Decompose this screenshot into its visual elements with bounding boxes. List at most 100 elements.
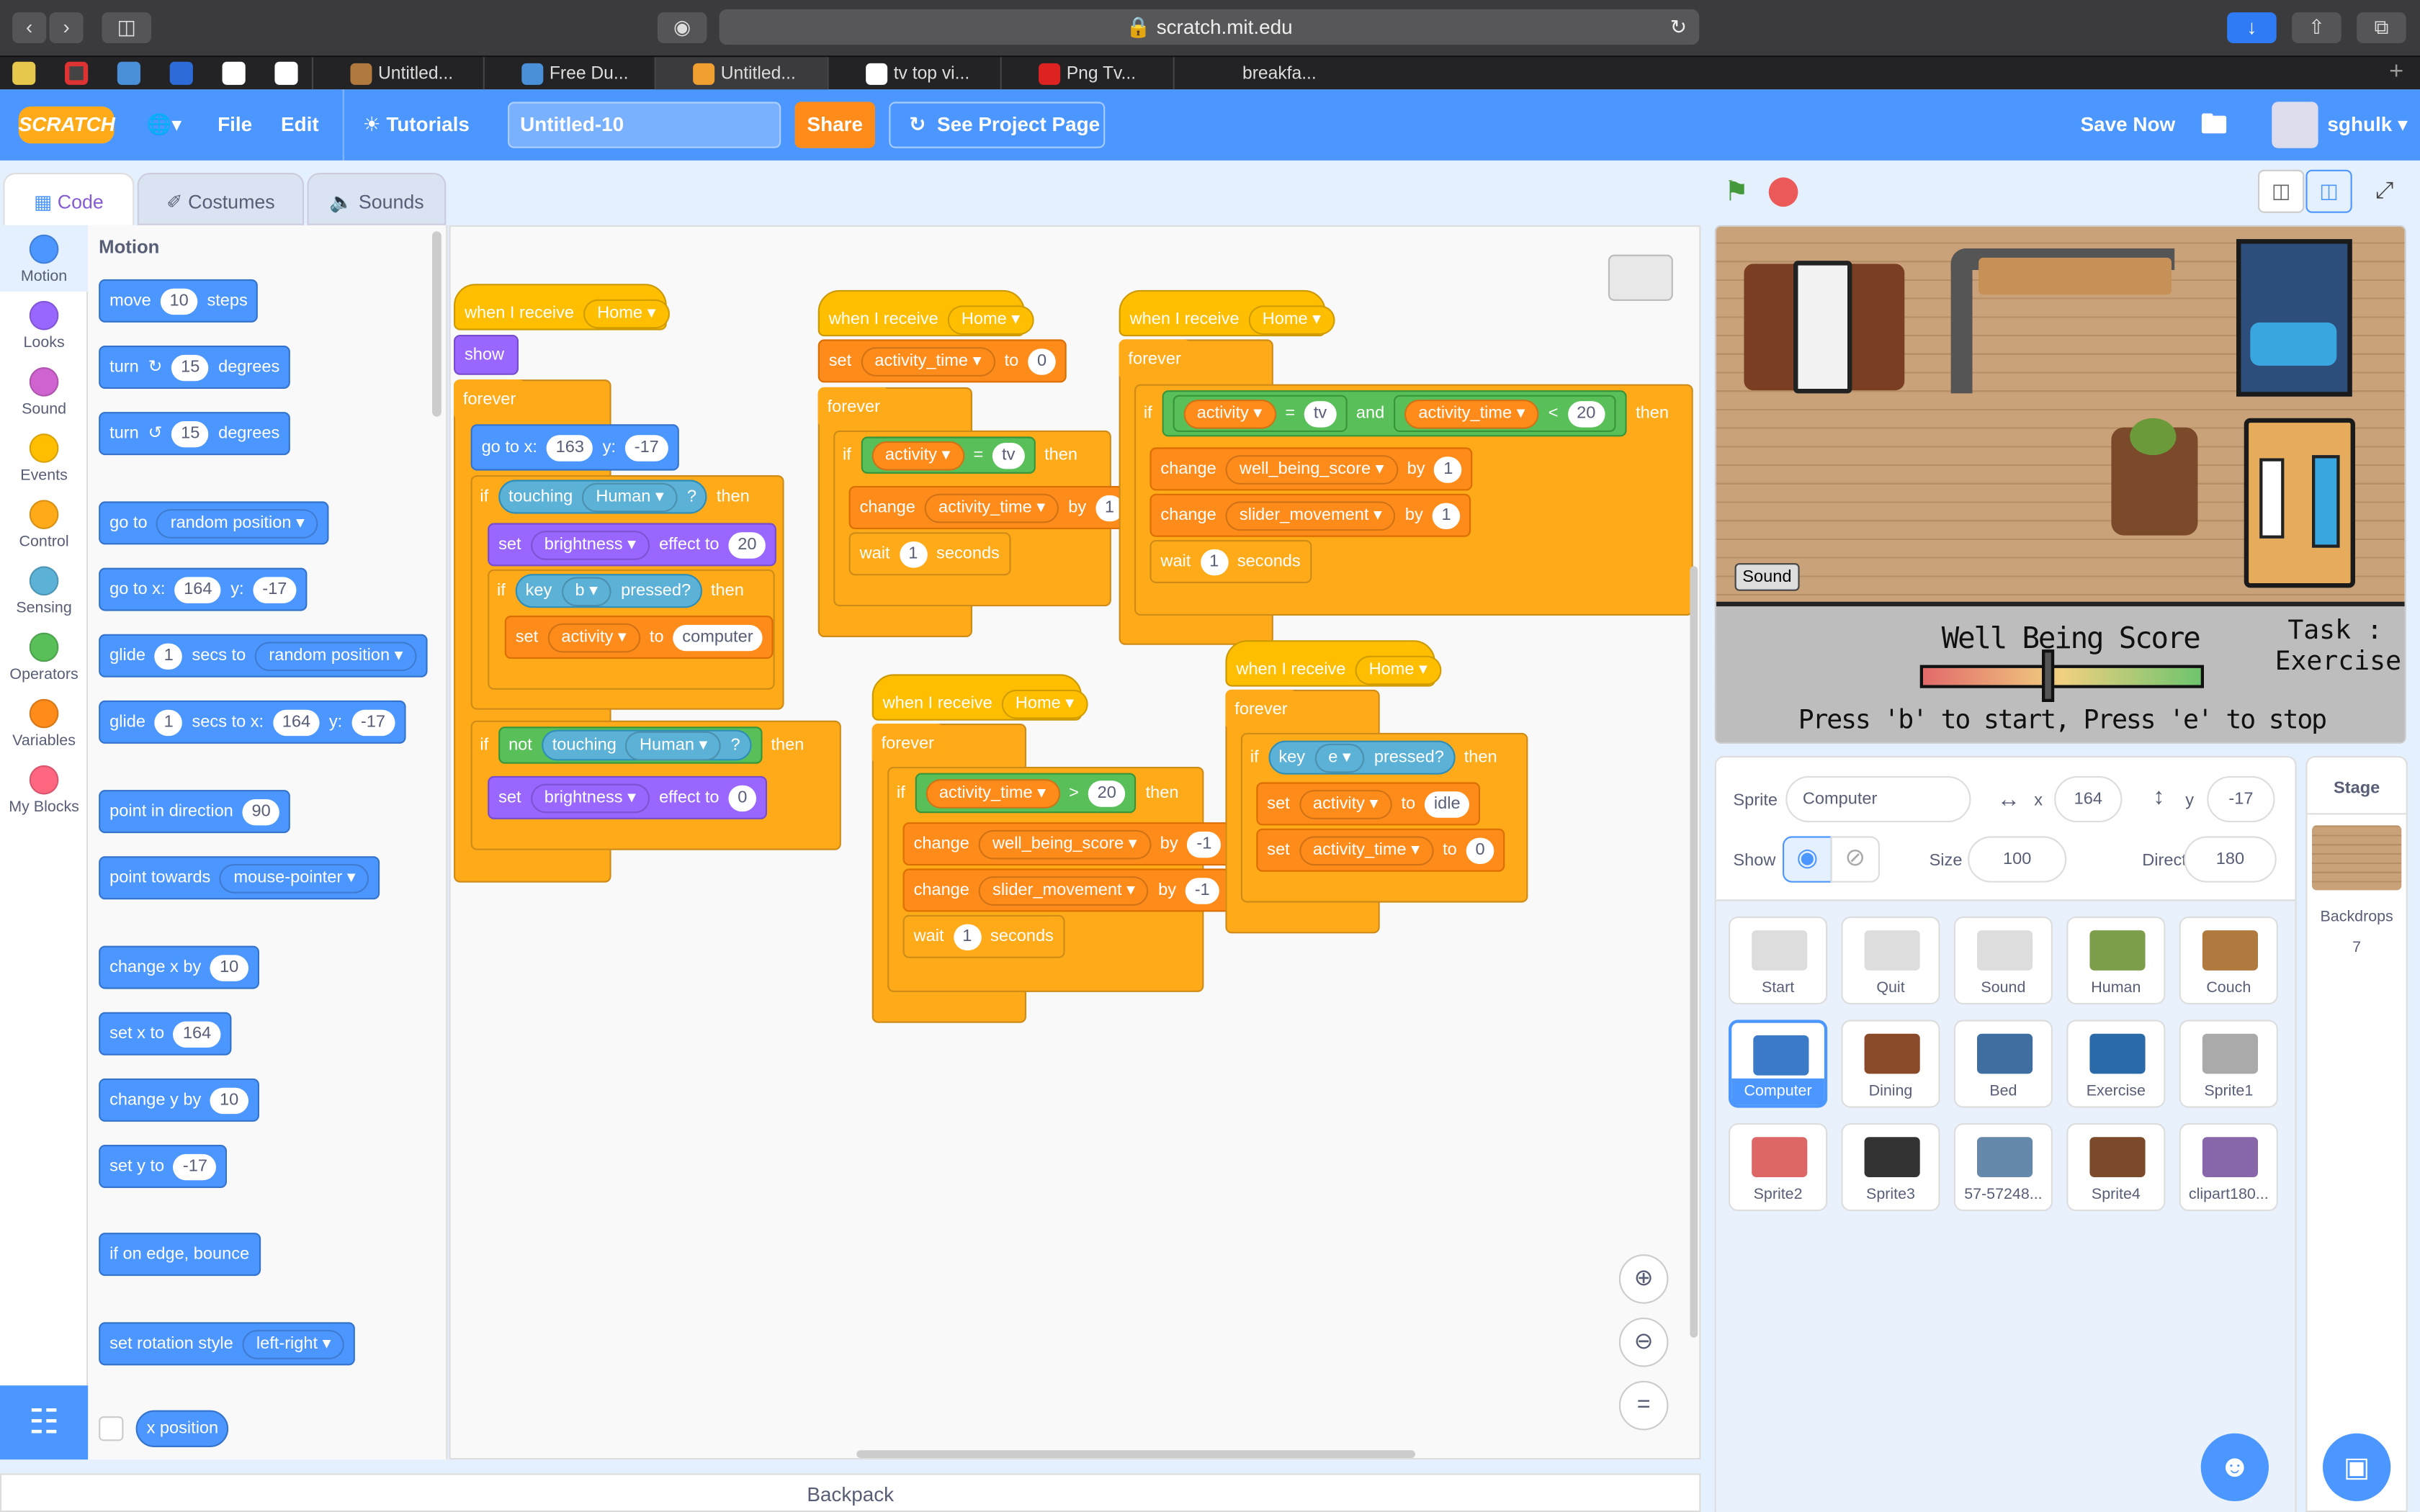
category-variables[interactable]: Variables [0, 690, 88, 756]
check-icon[interactable] [169, 61, 193, 85]
point-towards-block[interactable]: point towards mouse-pointer [99, 856, 380, 900]
browser-tab[interactable]: breakfa... [1173, 57, 1522, 91]
back-icon[interactable]: ‹ [12, 12, 47, 43]
sprite-tile-sprite4[interactable]: Sprite4 [2066, 1123, 2166, 1212]
sidebar-toggle-icon[interactable]: ◫ [102, 12, 151, 43]
palette-scrollbar[interactable] [432, 231, 442, 417]
category-my-blocks[interactable]: My Blocks [0, 756, 88, 822]
sprite-tile-sprite3[interactable]: Sprite3 [1841, 1123, 1940, 1212]
sprite-tile-quit[interactable]: Quit [1841, 916, 1940, 1004]
tutorials-button[interactable]: ☀ Tutorials [342, 89, 470, 161]
set-activity-block[interactable]: setactivitytocomputer [504, 616, 774, 659]
change-x-block[interactable]: change x by 10 [99, 945, 259, 989]
normal-stage-icon[interactable]: ◫ [2305, 169, 2352, 213]
change-slider-movement-block[interactable]: changeslider_movementby1 [1150, 493, 1471, 537]
exercise-bike-sprite[interactable] [2250, 322, 2337, 366]
set-y-block[interactable]: set y to -17 [99, 1145, 228, 1188]
turn-left-block[interactable]: turn ↺ 15 degrees [99, 412, 291, 456]
direction-input[interactable]: 180 [2184, 836, 2277, 883]
when-i-receive-hat[interactable]: when I receive Home [454, 284, 670, 330]
github-icon[interactable] [274, 61, 298, 85]
sprite-tile-sprite1[interactable]: Sprite1 [2179, 1020, 2278, 1108]
horizontal-scrollbar[interactable] [856, 1450, 1415, 1458]
tabs-overview-icon[interactable]: ⧉ [2357, 12, 2406, 43]
sound-sprite-button[interactable]: Sound [1734, 563, 1800, 591]
when-i-receive-hat[interactable]: when I receive Home [871, 674, 1088, 721]
x-input[interactable]: 164 [2054, 775, 2123, 823]
fullscreen-icon[interactable]: ⤢ [2362, 170, 2408, 213]
category-sensing[interactable]: Sensing [0, 557, 88, 624]
new-tab-icon[interactable]: + [2389, 57, 2403, 88]
tab-code[interactable]: ▦ Code [3, 173, 135, 225]
category-sound[interactable]: Sound [0, 358, 88, 424]
sprite-tile-sprite2[interactable]: Sprite2 [1729, 1123, 1828, 1212]
stop-icon[interactable] [1768, 177, 1798, 207]
downloads-icon[interactable]: ↓ [2227, 12, 2277, 43]
address-bar[interactable]: 🔒 scratch.mit.edu ↻ [719, 9, 1700, 45]
change-well-being-score-block[interactable]: changewell_being_scoreby-1 [902, 822, 1232, 866]
sprite-tile-exercise[interactable]: Exercise [2066, 1020, 2166, 1108]
save-now-button[interactable]: Save Now [2081, 89, 2176, 161]
show-block[interactable]: show [454, 335, 519, 375]
point-in-direction-block[interactable]: point in direction 90 [99, 790, 291, 834]
file-menu[interactable]: File [218, 89, 252, 161]
backdrop-thumbnail[interactable] [2312, 825, 2402, 891]
see-project-page-button[interactable]: ↻ See Project Page [889, 102, 1106, 148]
green-flag-icon[interactable]: ⚑ [1724, 176, 1749, 208]
if-on-edge-bounce-block[interactable]: if on edge, bounce [99, 1233, 261, 1277]
share-icon[interactable]: ⇧ [2292, 12, 2341, 43]
language-globe-icon[interactable]: 🌐▾ [147, 89, 182, 161]
add-backdrop-icon[interactable]: ▣ [2323, 1433, 2391, 1501]
project-title-input[interactable]: Untitled-10 [508, 102, 781, 148]
browser-tab[interactable]: Png Tv... [1000, 57, 1173, 91]
reset-zoom-icon[interactable]: = [1618, 1380, 1669, 1431]
category-events[interactable]: Events [0, 424, 88, 490]
change-activity-time-block[interactable]: changeactivity_timeby1 [848, 486, 1134, 529]
bed-sprite[interactable] [2236, 239, 2352, 397]
edit-menu[interactable]: Edit [281, 89, 319, 161]
wait-block[interactable]: wait 1 seconds [848, 532, 1010, 576]
script-workspace[interactable]: when I receiveHome show forever go to x:… [449, 225, 1701, 1460]
when-i-receive-hat[interactable]: when I receive Home [1119, 289, 1335, 337]
share-button[interactable]: Share [794, 102, 875, 148]
when-i-receive-hat[interactable]: when I receive Home [817, 289, 1034, 337]
backpack-bar[interactable]: Backpack [0, 1473, 1701, 1512]
sprite-tile-computer[interactable]: Computer [1729, 1020, 1828, 1108]
set-brightness-block[interactable]: setbrightnesseffect to0 [488, 775, 768, 819]
glide-to-xy-block[interactable]: glide 1 secs to x: 164 y: -17 [99, 700, 405, 744]
browser-tab-active[interactable]: Untitled... [654, 57, 828, 91]
scratch-logo[interactable]: SCRATCH [18, 106, 115, 144]
when-i-receive-hat[interactable]: when I receive Home [1225, 640, 1442, 687]
vertical-scrollbar[interactable] [1690, 566, 1698, 1338]
category-operators[interactable]: Operators [0, 624, 88, 690]
zoom-in-icon[interactable]: ⊕ [1618, 1254, 1669, 1304]
favorite-icon[interactable] [12, 61, 36, 85]
move-steps-block[interactable]: move 10 steps [99, 279, 259, 323]
forward-icon[interactable]: › [49, 12, 84, 43]
change-y-block[interactable]: change y by 10 [99, 1078, 259, 1122]
cloud-icon[interactable] [117, 61, 140, 85]
stage-canvas[interactable]: Sound Well Being Score Task : Exercise P… [1714, 225, 2406, 744]
favorite-icon[interactable] [65, 61, 89, 85]
sprite-tile-clipart180-[interactable]: clipart180... [2179, 1123, 2278, 1212]
set-activity-block[interactable]: setactivitytoidle [1256, 782, 1481, 826]
username-menu[interactable]: sghulk ▾ [2327, 89, 2408, 161]
show-hidden-icon[interactable]: ⊘ [1830, 836, 1880, 883]
go-to-xy-block[interactable]: go to x: 163 y: -17 [470, 424, 679, 471]
tab-costumes[interactable]: ✐ Costumes [137, 173, 305, 225]
y-input[interactable]: -17 [2207, 775, 2275, 823]
tab-sounds[interactable]: 🔈 Sounds [307, 173, 447, 225]
category-looks[interactable]: Looks [0, 292, 88, 358]
set-x-block[interactable]: set x to 164 [99, 1012, 232, 1056]
small-stage-icon[interactable]: ◫ [2258, 169, 2305, 213]
add-extension-icon[interactable]: ☷ [0, 1385, 89, 1460]
glide-to-block[interactable]: glide 1 secs to random position [99, 634, 428, 678]
set-activity-time-block[interactable]: setactivity_timeto0 [817, 339, 1067, 383]
zoom-out-icon[interactable]: ⊖ [1618, 1318, 1669, 1367]
set-brightness-block[interactable]: setbrightnesseffect to20 [488, 523, 777, 567]
wait-block[interactable]: wait 1 seconds [1150, 540, 1312, 583]
sprite-tile-human[interactable]: Human [2066, 916, 2166, 1004]
category-motion[interactable]: Motion [0, 225, 89, 292]
sprite-tile-couch[interactable]: Couch [2179, 916, 2278, 1004]
set-rotation-style-block[interactable]: set rotation style left-right [99, 1322, 356, 1366]
